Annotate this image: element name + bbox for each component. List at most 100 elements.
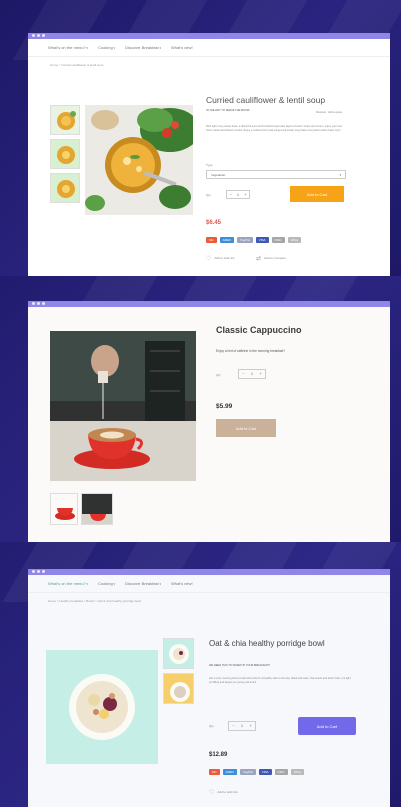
add-to-cart-button[interactable]: Add to Cart <box>298 717 356 735</box>
paypal-icon: PayPal <box>237 237 253 243</box>
payment-methods: MC AMEX PayPal VISA DISC GPay <box>209 769 305 775</box>
product-title: Classic Cappuccino <box>216 325 302 335</box>
gpay-icon: GPay <box>287 237 302 243</box>
window-dot <box>42 302 45 305</box>
soup-thumb-image <box>57 180 75 198</box>
cappuccino-illustration <box>50 331 196 481</box>
window-dot <box>42 570 45 573</box>
thumbnail-1[interactable] <box>50 105 80 135</box>
product-price: $6.45 <box>206 220 222 226</box>
plus-icon[interactable]: + <box>260 372 262 376</box>
product-title: Oat & chia healthy porridge bowl <box>209 639 325 648</box>
quantity-stepper[interactable]: − 1 + <box>228 721 256 731</box>
compare-label: Add to Compare <box>264 256 286 261</box>
cup-thumb-image <box>82 514 112 524</box>
soup-bowl-illustration <box>85 105 193 215</box>
mastercard-icon: MC <box>206 237 217 243</box>
paypal-icon: PayPal <box>240 769 256 775</box>
product-description: Enjoy a hint of caffeine in the morning … <box>216 349 286 353</box>
top-nav: What's on the menu? Cooking Discover Bre… <box>28 39 390 57</box>
nav-item-breakfast[interactable]: Discover Breakfast <box>125 581 161 586</box>
quantity-value: 1 <box>241 724 243 728</box>
thumbnail-2[interactable] <box>81 493 113 525</box>
qty-label: Qty <box>209 724 214 728</box>
window-dot <box>37 570 40 573</box>
compare-icon: ⇄ <box>256 256 262 262</box>
nav-item-menu[interactable]: What's on the menu? <box>48 45 88 50</box>
top-nav: What's on the menu? Cooking Discover Bre… <box>28 575 390 593</box>
wishlist-link[interactable]: ♡ Add to wish list <box>209 789 237 796</box>
quantity-stepper[interactable]: − 1 + <box>226 190 250 199</box>
nav-item-new[interactable]: What's new! <box>171 581 193 586</box>
heart-icon: ♡ <box>206 256 212 262</box>
wishlist-label: Add to wish list <box>214 256 235 261</box>
product-main-image <box>50 331 196 481</box>
window-dot <box>37 302 40 305</box>
type-label: Type <box>206 163 213 167</box>
breadcrumb: Home > Healthy breakfast > Bowls > Oat &… <box>48 599 141 603</box>
soup-thumb-image <box>57 111 76 130</box>
soup-thumb-image <box>57 146 75 164</box>
product-window-cappuccino: Classic Cappuccino Enjoy a hint of caffe… <box>28 301 390 542</box>
discover-icon: DISC <box>271 237 285 243</box>
add-to-cart-button[interactable]: Add to Cart <box>216 419 276 437</box>
reviews-link[interactable]: Reviews · Add a quote <box>316 111 342 115</box>
payment-methods: MC AMEX PayPal VISA DISC GPay <box>206 237 302 243</box>
thumbnail-2[interactable] <box>50 139 80 169</box>
thumbnail-3[interactable] <box>50 173 80 203</box>
nav-item-cooking[interactable]: Cooking <box>98 45 115 50</box>
quantity-stepper[interactable]: − 1 + <box>238 369 266 379</box>
type-select[interactable]: Vegetarian ▾ <box>206 170 346 179</box>
wishlist-label: Add to wish list <box>217 790 238 795</box>
amex-icon: AMEX <box>219 237 235 243</box>
product-meta: IN THE WAY TO SERVE THE MOOD! <box>206 109 250 112</box>
product-window-porridge: What's on the menu? Cooking Discover Bre… <box>28 569 390 807</box>
gpay-icon: GPay <box>290 769 305 775</box>
compare-link[interactable]: ⇄ Add to Compare <box>256 255 286 262</box>
window-dot <box>37 34 40 37</box>
nav-item-new[interactable]: What's new! <box>171 45 193 50</box>
product-subtitle: WE NEED THIS TO WARM UP YOUR BREAKFAST! <box>209 664 270 667</box>
window-dot <box>32 34 35 37</box>
nav-item-breakfast[interactable]: Discover Breakfast <box>125 45 161 50</box>
heart-icon: ♡ <box>209 790 215 796</box>
nav-item-menu[interactable]: What's on the menu? <box>48 581 88 586</box>
thumbnail-1[interactable] <box>50 493 78 525</box>
type-select-value: Vegetarian <box>211 173 226 177</box>
quantity-value: 1 <box>251 372 253 376</box>
product-window-soup: What's on the menu? Cooking Discover Bre… <box>28 33 390 276</box>
minus-icon[interactable]: − <box>232 724 234 728</box>
wishlist-link[interactable]: ♡ Add to wish list <box>206 255 234 262</box>
product-price: $5.99 <box>216 403 233 410</box>
cup-thumb-image <box>55 508 75 520</box>
visa-icon: VISA <box>255 237 269 243</box>
minus-icon[interactable]: − <box>230 193 232 197</box>
discover-icon: DISC <box>274 769 288 775</box>
thumbnail-1[interactable] <box>163 638 194 669</box>
window-titlebar <box>28 569 390 575</box>
product-title: Curried cauliflower & lentil soup <box>206 95 326 105</box>
breadcrumb: Home > Curried cauliflower & lentil soup <box>50 63 104 67</box>
minus-icon[interactable]: − <box>242 372 244 376</box>
amex-icon: AMEX <box>222 769 238 775</box>
visa-icon: VISA <box>258 769 272 775</box>
plus-icon[interactable]: + <box>250 724 252 728</box>
product-price: $12.89 <box>209 752 228 758</box>
product-description: Get a cozy morning bowl of oats with chi… <box>209 677 351 684</box>
chevron-down-icon: ▾ <box>339 173 341 177</box>
bowl-thumb-image <box>169 644 189 664</box>
window-titlebar <box>28 301 390 307</box>
product-description: Rich tight curry-sauce base, a dinnerful… <box>206 125 343 132</box>
nav-item-cooking[interactable]: Cooking <box>98 581 115 586</box>
window-dot <box>32 302 35 305</box>
thumbnail-2[interactable] <box>163 673 194 704</box>
window-dot <box>32 570 35 573</box>
bowl-thumb-image <box>164 674 193 703</box>
window-dot <box>42 34 45 37</box>
qty-label: Qty <box>216 373 221 377</box>
product-main-image <box>46 650 158 764</box>
quantity-value: 1 <box>237 192 239 197</box>
add-to-cart-button[interactable]: Add to Cart <box>290 186 344 202</box>
mastercard-icon: MC <box>209 769 220 775</box>
plus-icon[interactable]: + <box>244 193 246 197</box>
